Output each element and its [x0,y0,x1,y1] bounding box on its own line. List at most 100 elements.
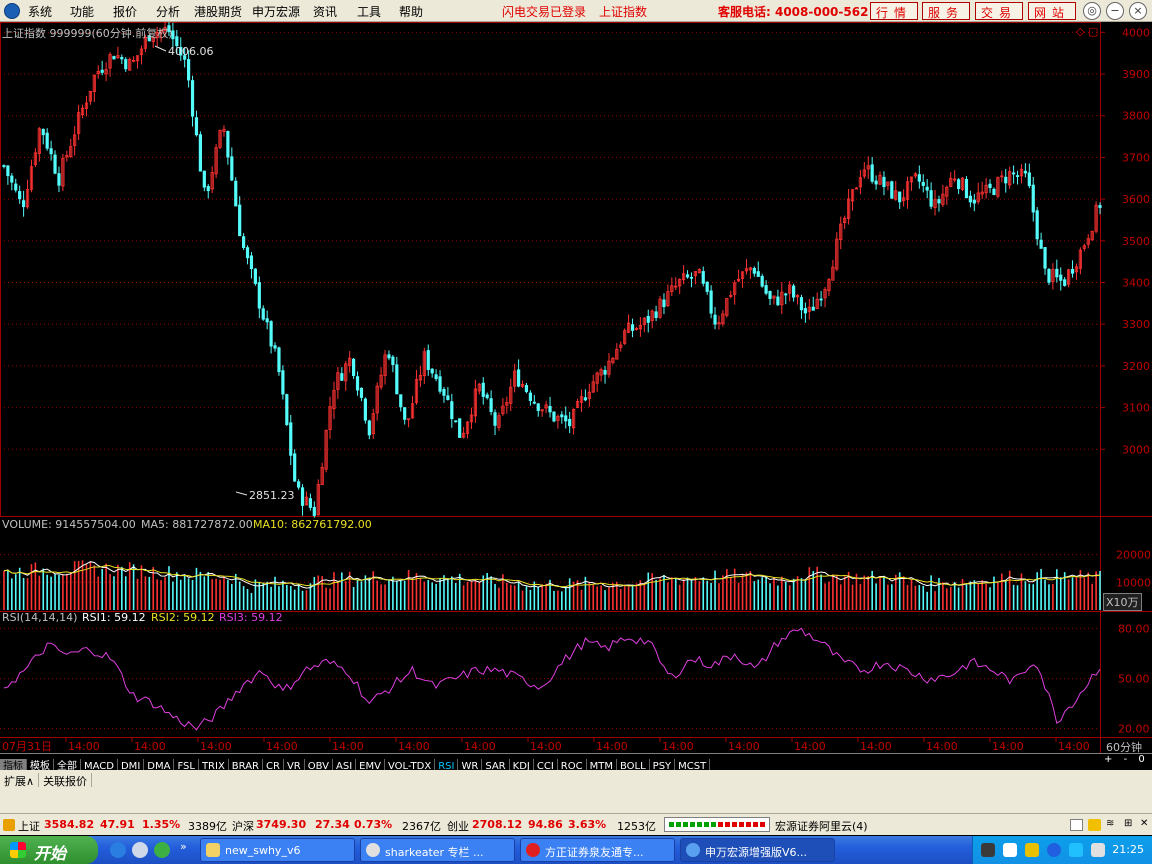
candle-body [784,293,788,296]
rsi1-label: RSI1: 59.12 [82,611,146,624]
candle-body [548,405,552,413]
tray-bluetooth-icon[interactable] [1047,843,1061,857]
candle-body [662,299,666,308]
menu-system[interactable]: 系统 [28,3,52,20]
tray-shield-icon[interactable] [1025,843,1039,857]
close-icon[interactable]: × [1129,2,1147,20]
y-tick-label: 3400 [1122,277,1150,290]
y-tick-label: 3700 [1122,151,1150,164]
candle-body [238,204,242,237]
y-tick-label: 3000 [1122,443,1150,456]
hs-value: 3749.30 [256,818,307,831]
candle-body [285,394,289,425]
candle-body [536,403,540,411]
task-folder[interactable]: new_swhy_v6 [200,838,355,862]
signal-icon: ≋ [1106,818,1115,829]
candle-body [1027,172,1031,187]
time-tick-label: 14:00 [794,740,826,753]
alert-icon[interactable] [3,819,15,831]
candle-body [1047,268,1051,283]
settings-icon[interactable]: ✕ [1140,818,1148,829]
candle-body [281,370,285,395]
time-tick-label: 14:00 [926,740,958,753]
nav-website-button[interactable]: 网站 [1028,2,1076,20]
time-tick-label: 14:00 [68,740,100,753]
server-label[interactable]: 宏源证券阿里云(4) [775,818,868,834]
menu-news[interactable]: 资讯 [313,3,337,20]
candle-body [890,181,894,199]
menu-bar: 系统 功能 报价 分析 港股期货 申万宏源 资讯 工具 帮助 闪电交易已登录 上… [0,0,1152,22]
menu-hk-futures[interactable]: 港股期货 [194,3,242,20]
task-browser-2[interactable]: 方正证券泉友通专... [520,838,675,862]
time-tick-label: 14:00 [200,740,232,753]
candle-body [18,191,22,200]
cy-pct: 3.63% [568,818,607,831]
quicklaunch-more-icon[interactable]: » [180,840,187,853]
window-icon[interactable] [1070,819,1083,831]
menu-help[interactable]: 帮助 [399,3,423,20]
flash-trade-status[interactable]: 闪电交易已登录 [502,3,586,20]
nav-trade-button[interactable]: 交易 [975,2,1023,20]
rsi-tick-label: 50.00 [1118,673,1150,686]
volume-unit: X10万 [1103,593,1142,611]
candle-body [1055,268,1059,278]
time-tick-label: 14:00 [596,740,628,753]
candle-body [187,59,191,81]
candle-body [524,385,529,393]
candle-body [803,308,807,314]
tray-app-icon[interactable] [981,843,995,857]
menu-function[interactable]: 功能 [70,3,94,20]
task-browser-1[interactable]: sharkeater 专栏 ... [360,838,515,862]
candle-body [289,422,293,456]
sh-pct: 1.35% [142,818,181,831]
menu-tools[interactable]: 工具 [357,3,381,20]
hotline-text: 客服电话: 4008-000-562 [718,5,869,19]
candle-body [265,318,269,323]
clock[interactable]: 21:25 [1112,843,1144,856]
start-button[interactable]: 开始 [0,836,98,864]
menu-shenwan[interactable]: 申万宏源 [252,3,300,20]
ie-icon[interactable] [110,842,126,858]
zoom-reset-button[interactable]: 0 [1134,754,1148,765]
menu-analysis[interactable]: 分析 [156,3,180,20]
tray-volume-icon[interactable] [1091,843,1105,857]
breadth-cell [753,822,758,827]
browser-icon[interactable] [154,842,170,858]
chart-canvas[interactable]: 3000 3100 3200 3300 3400 3500 3600 3700 3800 3900… [0,22,1152,753]
candle-body [811,306,815,311]
tray-help-icon[interactable] [1003,843,1017,857]
chart-toggle-icon[interactable]: ◇ ▢ [1076,25,1098,38]
time-tick-label: 14:00 [992,740,1024,753]
candle-body [403,407,407,420]
breadth-cell [683,822,688,827]
candle-body [493,412,497,426]
candle-body [438,376,442,392]
menu-quote[interactable]: 报价 [113,3,137,20]
zoom-in-button[interactable]: + [1100,754,1116,765]
candle-body [245,247,250,259]
candle-body [1059,274,1063,281]
candle-body [206,186,210,192]
current-index-link[interactable]: 上证指数 [599,3,647,20]
candle-body [760,275,764,287]
candle-body [434,374,438,380]
candle-body [198,134,202,172]
zoom-out-button[interactable]: - [1120,754,1132,765]
nav-service-button[interactable]: 服务 [922,2,970,20]
candle-body [352,358,356,376]
candle-body [297,481,301,488]
minimize-icon[interactable]: − [1106,2,1124,20]
show-desktop-icon[interactable] [132,842,148,858]
nav-market-button[interactable]: 行情 [870,2,918,20]
lock-icon[interactable] [1088,819,1101,831]
breadth-cell [760,822,765,827]
candle-body [387,354,391,359]
candle-body [194,117,199,136]
help-icon[interactable]: ◎ [1083,2,1101,20]
rsi-tick-label: 20.00 [1118,723,1150,736]
task-trading-app[interactable]: 申万宏源增强版V6... [680,838,835,862]
tray-security-icon[interactable] [1069,843,1083,857]
y-tick-label: 3300 [1122,318,1150,331]
hs-change: 27.34 [315,818,350,831]
candle-body [870,164,874,182]
